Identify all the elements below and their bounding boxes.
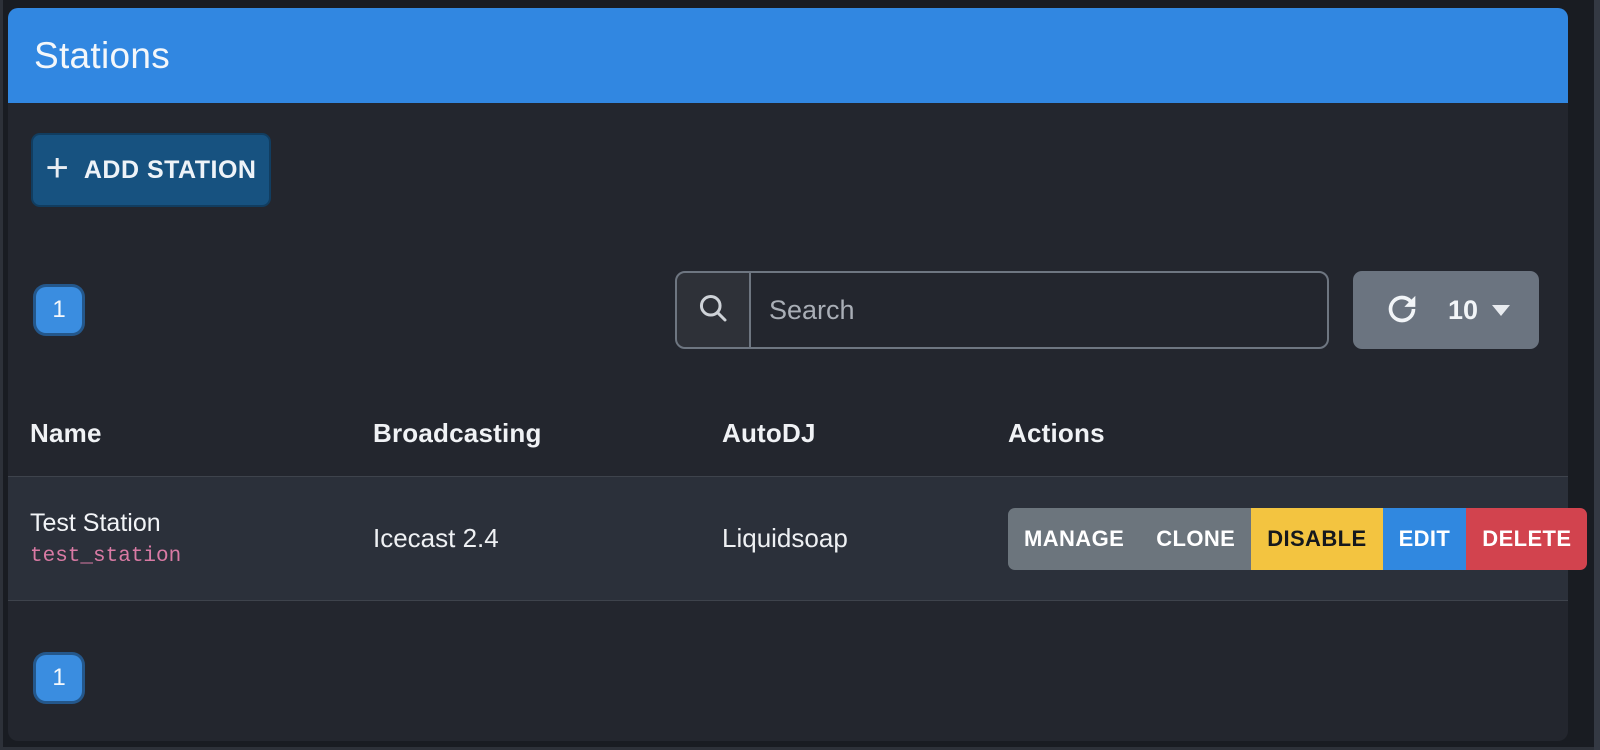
actions-button-group: MANAGE CLONE DISABLE EDIT DELETE — [1008, 508, 1587, 570]
table-header-row: Name Broadcasting AutoDJ Actions — [8, 390, 1568, 476]
search-group — [675, 271, 1329, 349]
add-station-label: ADD STATION — [84, 156, 257, 185]
station-name-cell: Test Station test_station — [8, 505, 351, 573]
refresh-button[interactable] — [1382, 289, 1422, 332]
search-prepend — [677, 273, 751, 347]
column-header-actions: Actions — [986, 418, 1568, 449]
pagination-page-1-top[interactable]: 1 — [33, 284, 85, 336]
plus-icon: + — [46, 148, 69, 188]
table-row: Test Station test_station Icecast 2.4 Li… — [8, 476, 1568, 601]
station-name: Test Station — [30, 505, 351, 541]
add-station-button[interactable]: + ADD STATION — [31, 133, 271, 207]
column-header-autodj: AutoDJ — [700, 418, 986, 449]
manage-button[interactable]: MANAGE — [1008, 508, 1140, 570]
column-header-broadcasting: Broadcasting — [351, 418, 700, 449]
per-page-control: 10 — [1353, 271, 1539, 349]
station-actions-cell: MANAGE CLONE DISABLE EDIT DELETE — [986, 508, 1587, 570]
column-header-name: Name — [8, 418, 351, 449]
chevron-down-icon — [1492, 305, 1510, 316]
window-edge-left — [0, 0, 3, 750]
per-page-dropdown[interactable]: 10 — [1448, 295, 1510, 326]
stations-card: Stations + ADD STATION 1 10 — [8, 8, 1568, 741]
stations-table: Name Broadcasting AutoDJ Actions Test St… — [8, 390, 1568, 601]
page-number: 1 — [52, 296, 65, 324]
delete-button[interactable]: DELETE — [1466, 508, 1587, 570]
edit-button[interactable]: EDIT — [1383, 508, 1467, 570]
station-broadcasting-cell: Icecast 2.4 — [351, 523, 700, 554]
station-short-name: test_station — [30, 541, 351, 573]
per-page-value: 10 — [1448, 295, 1478, 326]
page-title: Stations — [34, 35, 170, 77]
card-header: Stations — [8, 8, 1568, 103]
refresh-icon — [1382, 289, 1422, 332]
pagination-page-1-bottom[interactable]: 1 — [33, 652, 85, 704]
search-input[interactable] — [751, 273, 1327, 347]
disable-button[interactable]: DISABLE — [1251, 508, 1382, 570]
clone-button[interactable]: CLONE — [1140, 508, 1251, 570]
search-icon — [695, 290, 731, 331]
page-number: 1 — [52, 664, 65, 692]
scrollbar[interactable] — [1594, 0, 1600, 750]
station-autodj-cell: Liquidsoap — [700, 523, 986, 554]
